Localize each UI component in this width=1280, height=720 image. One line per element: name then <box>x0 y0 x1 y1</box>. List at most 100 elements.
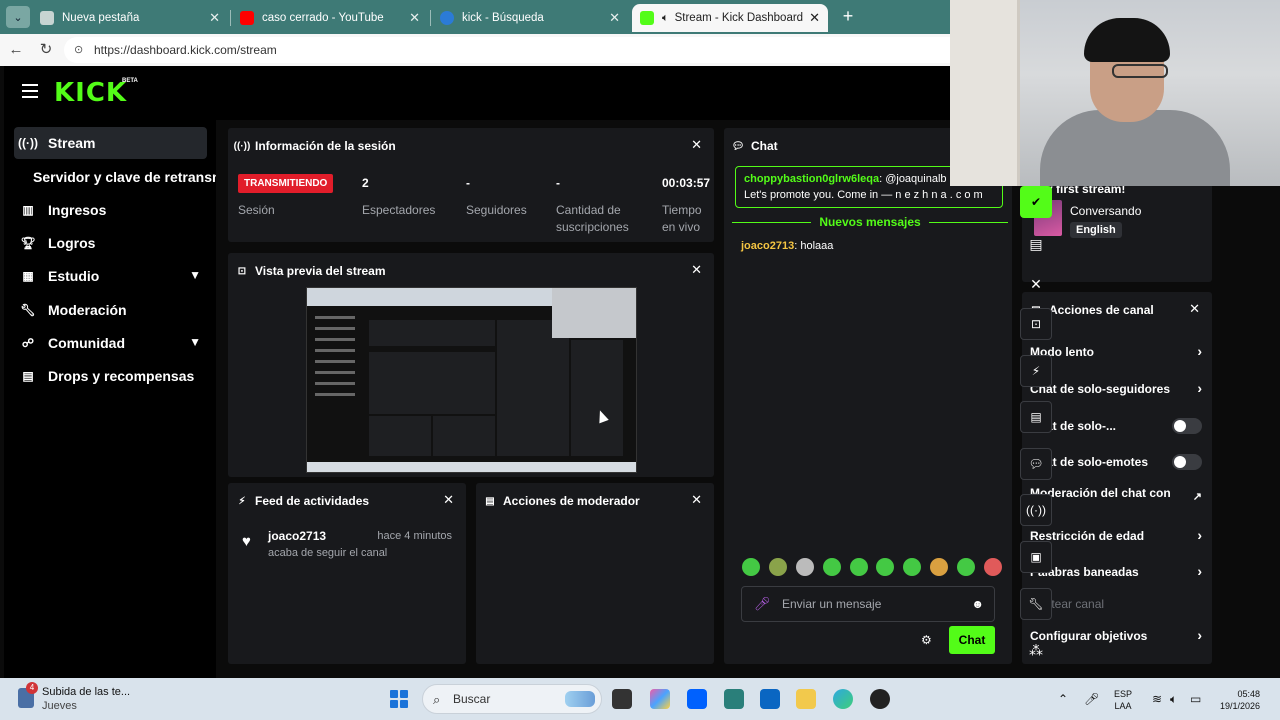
close-icon[interactable]: ✕ <box>609 10 620 26</box>
external-link-icon[interactable]: ↗ <box>1193 490 1202 503</box>
emote-icon[interactable] <box>903 558 922 576</box>
close-icon[interactable]: ✕ <box>443 492 454 508</box>
new-messages-divider[interactable]: Nuevos mensajes <box>732 215 1009 229</box>
preview-icon[interactable]: ⊡ <box>1020 308 1052 340</box>
chat-message-user[interactable]: joaco2713 <box>741 240 794 252</box>
wrench-icon[interactable]: 🔧︎ <box>1020 588 1052 620</box>
close-icon[interactable]: ✕ <box>809 10 820 26</box>
tab-busqueda[interactable]: kick - Búsqueda ✕ <box>432 4 628 32</box>
sidebar: ((·)) Stream Servidor y clave de retrans… <box>4 120 221 678</box>
wifi-icon[interactable]: ≋ <box>1152 692 1162 706</box>
sidebar-item-moderacion[interactable]: 🔧︎ Moderación <box>14 294 207 326</box>
copilot-icon[interactable] <box>650 689 670 709</box>
language-indicator[interactable]: ESP LAA <box>1114 688 1132 712</box>
sidebar-item-stream[interactable]: ((·)) Stream <box>14 127 207 159</box>
tab-youtube[interactable]: caso cerrado - YouTube ✕ <box>232 4 428 32</box>
back-arrow-icon[interactable]: ← <box>6 40 26 60</box>
search-placeholder: Buscar <box>453 692 491 706</box>
reload-icon[interactable]: ↻ <box>36 40 56 60</box>
windows-start-icon[interactable] <box>390 690 408 708</box>
stream-preview-image[interactable] <box>306 287 637 473</box>
clock[interactable]: 05:48 19/1/2026 <box>1220 688 1260 712</box>
close-icon[interactable]: ✕ <box>691 262 702 278</box>
kick-logo[interactable]: KICK <box>54 78 127 108</box>
dropbox-icon[interactable] <box>687 689 707 709</box>
emote-icon[interactable] <box>930 558 949 576</box>
chat-bubble-icon[interactable]: 💬︎ <box>1020 448 1052 480</box>
new-tab-button[interactable]: + <box>838 6 858 26</box>
chevron-right-icon[interactable]: › <box>1197 563 1202 579</box>
check-icon[interactable]: ✔ <box>1020 186 1052 218</box>
chevron-right-icon[interactable]: › <box>1197 380 1202 396</box>
chevron-right-icon[interactable]: › <box>1197 627 1202 643</box>
speaker-icon[interactable]: 🔈︎ <box>1170 692 1177 707</box>
close-icon[interactable]: ✕ <box>691 137 702 153</box>
tab-menu-button[interactable]: ⌄ <box>6 6 30 28</box>
search-highlight-icon <box>565 691 595 707</box>
lightning-icon[interactable]: ⚡︎ <box>1020 355 1052 387</box>
emote-icon[interactable] <box>795 558 814 576</box>
emotes-only-toggle[interactable] <box>1172 454 1202 470</box>
emote-icon[interactable] <box>742 558 760 576</box>
language-code: ESP <box>1114 689 1133 699</box>
menu-icon[interactable] <box>22 84 38 98</box>
sidebar-item-estudio[interactable]: ▦ Estudio ▼ <box>14 260 207 292</box>
close-icon[interactable]: ✕ <box>409 10 420 26</box>
microphone-icon[interactable]: 🎤︎ <box>1084 692 1099 706</box>
tab-nueva-pestana[interactable]: Nueva pestaña ✕ <box>32 4 228 32</box>
tab-kick-dashboard[interactable]: 🔈︎ Stream - Kick Dashboard ✕ <box>632 4 828 32</box>
subscribers-only-toggle[interactable] <box>1172 418 1202 434</box>
microphone-icon[interactable]: 🎤︎ <box>754 596 771 612</box>
task-view-icon[interactable] <box>612 689 632 709</box>
chat-send-button[interactable]: Chat <box>949 626 995 654</box>
set-goals-button[interactable]: Configurar objetivos <box>1030 630 1202 643</box>
sidebar-item-ingresos[interactable]: ▥ Ingresos <box>14 194 207 226</box>
site-info-icon[interactable]: ⊙ <box>74 43 88 57</box>
emote-icon[interactable] <box>768 558 787 576</box>
sidebar-item-drops[interactable]: ▤ Drops y recompensas <box>14 360 207 392</box>
panel-header: ▤ Acciones de moderador ✕ <box>484 492 706 510</box>
emote-icon[interactable] <box>822 558 841 576</box>
sidebar-item-server-key[interactable]: Servidor y clave de retransmisión <box>33 169 221 185</box>
activity-user[interactable]: joaco2713 <box>268 529 326 543</box>
community-icon[interactable]: ⁂ <box>1020 634 1052 666</box>
emote-icon[interactable] <box>876 558 895 576</box>
emote-icon[interactable] <box>983 558 1002 576</box>
pinned-user[interactable]: choppybastion0glrw6leqa <box>744 173 879 185</box>
document-icon[interactable]: ▤ <box>1020 401 1052 433</box>
obs-icon[interactable] <box>870 689 890 709</box>
emoji-icon[interactable]: ☻ <box>971 597 984 611</box>
search-icon: ⌕ <box>433 692 441 707</box>
sidebar-item-logros[interactable]: 🏆︎ Logros <box>14 227 207 259</box>
activity-feed-panel: ⚡︎ Feed de actividades ✕ ♥ joaco2713 hac… <box>228 483 466 664</box>
sidebar-item-label: Moderación <box>48 302 127 318</box>
close-icon[interactable]: ✕ <box>691 492 702 508</box>
sidebar-item-label: Stream <box>48 135 96 151</box>
chevron-up-icon[interactable]: ⌃ <box>1058 692 1068 706</box>
layout-icon[interactable]: ▤ <box>1020 228 1052 260</box>
gear-icon[interactable]: ⚙ <box>921 633 932 647</box>
taskbar-search[interactable]: ⌕ Buscar <box>422 684 602 714</box>
taskbar: 4 Subida de las te... Jueves ⌕ Buscar ⌃ … <box>0 678 1280 720</box>
chat-message-input[interactable]: 🎤︎ Enviar un mensaje ☻ <box>741 586 995 622</box>
emote-icon[interactable] <box>957 558 975 576</box>
edge-browser-icon[interactable] <box>833 689 853 709</box>
sidebar-item-comunidad[interactable]: ☍ Comunidad ▼ <box>14 327 207 359</box>
close-icon[interactable]: ✕ <box>1020 268 1052 300</box>
stream-category[interactable]: Conversando <box>1070 204 1141 218</box>
broadcast-icon[interactable]: ((·)) <box>1020 494 1052 526</box>
app-icon[interactable] <box>724 689 744 709</box>
chevron-right-icon[interactable]: › <box>1197 343 1202 359</box>
beta-label: BETA <box>122 78 138 84</box>
emote-icon[interactable] <box>849 558 868 576</box>
mod-actions-icon[interactable]: ▣ <box>1020 541 1052 573</box>
chevron-right-icon[interactable]: › <box>1197 527 1202 543</box>
sidebar-item-label: Logros <box>48 235 96 251</box>
close-icon[interactable]: ✕ <box>209 10 220 26</box>
store-icon[interactable] <box>760 689 780 709</box>
battery-icon[interactable]: ▭ <box>1190 692 1201 706</box>
folder-icon[interactable] <box>796 689 816 709</box>
address-bar[interactable]: ⊙ https://dashboard.kick.com/stream <box>64 37 950 63</box>
close-icon[interactable]: ✕ <box>1189 301 1200 317</box>
main-area: ((·)) Información de la sesión ✕ TRANSMI… <box>216 120 1280 678</box>
